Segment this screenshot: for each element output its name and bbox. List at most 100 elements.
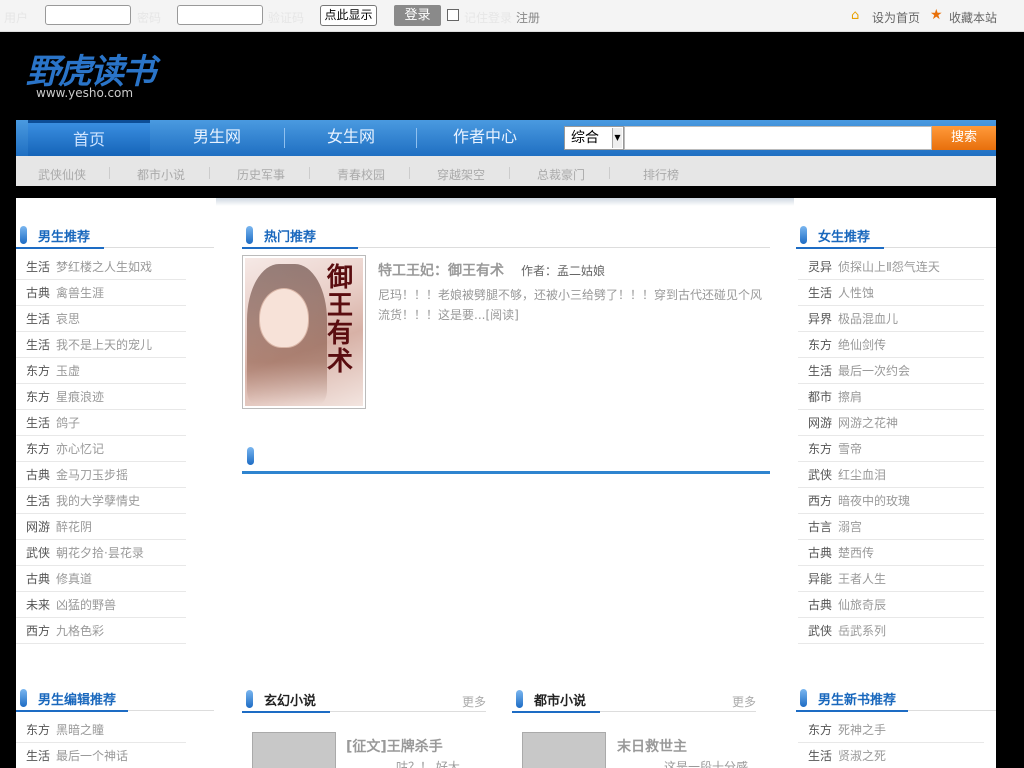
list-item[interactable]: 古典 楚西传 [798, 540, 984, 566]
list-item[interactable]: 东方 玉虚 [16, 358, 186, 384]
list-item[interactable]: 古言 溺宫 [798, 514, 984, 540]
item-title[interactable]: 醉花阴 [56, 520, 92, 534]
bookmark-link[interactable]: 收藏本站 [949, 9, 997, 26]
book-cover[interactable]: 御王有术 [242, 255, 366, 409]
item-title[interactable]: 王者人生 [838, 572, 886, 586]
list-item[interactable]: 古典 禽兽生涯 [16, 280, 186, 306]
remember-checkbox[interactable] [447, 9, 459, 21]
list-item[interactable]: 东方 绝仙剑传 [798, 332, 984, 358]
subnav-item[interactable]: 历史军事 [237, 166, 285, 183]
search-button[interactable]: 搜索 [932, 126, 996, 150]
item-title[interactable]: 我的大学孽情史 [56, 494, 140, 508]
list-item[interactable]: 异界 极品混血儿 [798, 306, 984, 332]
list-item[interactable]: 东方 死神之手 [798, 717, 984, 743]
subnav-item[interactable]: 排行榜 [643, 166, 679, 183]
item-title[interactable]: 人性蚀 [838, 286, 874, 300]
username-input[interactable] [45, 5, 131, 25]
item-title[interactable]: 暗夜中的玫瑰 [838, 494, 910, 508]
item-title[interactable]: 岳武系列 [838, 624, 886, 638]
item-title[interactable]: 极品混血儿 [838, 312, 898, 326]
item-title[interactable]: 贤淑之死 [838, 749, 886, 763]
nav-male[interactable]: 男生网 [156, 120, 278, 156]
list-item[interactable]: 东方 亦心忆记 [16, 436, 186, 462]
list-item[interactable]: 网游 醉花阴 [16, 514, 186, 540]
item-title[interactable]: 红尘血泪 [838, 468, 886, 482]
site-logo[interactable]: 野虎读书 www.yesho.com [26, 42, 186, 102]
item-title[interactable]: 雪帝 [838, 442, 862, 456]
search-input[interactable] [624, 126, 932, 150]
item-title[interactable]: 禽兽生涯 [56, 286, 104, 300]
list-item[interactable]: 武侠 朝花夕拾·昙花录 [16, 540, 186, 566]
more-link[interactable]: 更多 [462, 693, 486, 710]
list-item[interactable]: 生活 我不是上天的宠儿 [16, 332, 186, 358]
hot-book-desc[interactable]: 尼玛！！！老娘被劈腿不够，还被小三给劈了！！！穿到古代还碰见个风流货！！！这是要… [378, 285, 770, 325]
item-title[interactable]: 最后一次约会 [838, 364, 910, 378]
item-title[interactable]: 梦红楼之人生如戏 [56, 260, 152, 274]
item-title[interactable]: 网游之花神 [838, 416, 898, 430]
login-button[interactable]: 登录 [394, 5, 441, 26]
item-title[interactable]: 鸽子 [56, 416, 80, 430]
list-item[interactable]: 生活 我的大学孽情史 [16, 488, 186, 514]
hot-book-title[interactable]: 特工王妃：御王有术 [378, 260, 504, 280]
subnav-item[interactable]: 都市小说 [137, 166, 185, 183]
item-title[interactable]: 黑暗之瞳 [56, 723, 104, 737]
list-item[interactable]: 都市 擦肩 [798, 384, 984, 410]
search-type-select[interactable]: 综合 ▼ [564, 126, 624, 150]
subnav-item[interactable]: 武侠仙侠 [38, 166, 86, 183]
nav-home[interactable]: 首页 [28, 120, 150, 156]
more-link[interactable]: 更多 [732, 693, 756, 710]
show-code-button[interactable]: 点此显示 [320, 5, 377, 26]
item-title[interactable]: 星痕浪迹 [56, 390, 104, 404]
book-thumbnail[interactable] [252, 732, 336, 768]
item-title[interactable]: 金马刀玉步摇 [56, 468, 128, 482]
list-item[interactable]: 生活 梦红楼之人生如戏 [16, 254, 186, 280]
list-item[interactable]: 生活 人性蚀 [798, 280, 984, 306]
item-title[interactable]: 亦心忆记 [56, 442, 104, 456]
register-link[interactable]: 注册 [516, 9, 540, 26]
item-title[interactable]: 修真道 [56, 572, 92, 586]
item-title[interactable]: 最后一个神话 [56, 749, 128, 763]
item-title[interactable]: 我不是上天的宠儿 [56, 338, 152, 352]
list-item[interactable]: 东方 雪帝 [798, 436, 984, 462]
nav-author[interactable]: 作者中心 [424, 120, 546, 156]
nav-female[interactable]: 女生网 [290, 120, 412, 156]
list-item[interactable]: 东方 星痕浪迹 [16, 384, 186, 410]
list-item[interactable]: 古典 金马刀玉步摇 [16, 462, 186, 488]
password-input[interactable] [177, 5, 263, 25]
book-title[interactable]: [征文]王牌杀手 [346, 736, 443, 756]
subnav-item[interactable]: 总裁豪门 [537, 166, 585, 183]
item-title[interactable]: 死神之手 [838, 723, 886, 737]
subnav-item[interactable]: 青春校园 [337, 166, 385, 183]
list-item[interactable]: 生活 鸽子 [16, 410, 186, 436]
item-title[interactable]: 玉虚 [56, 364, 80, 378]
list-item[interactable]: 武侠 红尘血泪 [798, 462, 984, 488]
item-title[interactable]: 哀思 [56, 312, 80, 326]
list-item[interactable]: 生活 最后一个神话 [16, 743, 186, 768]
item-title[interactable]: 绝仙剑传 [838, 338, 886, 352]
set-home-link[interactable]: 设为首页 [872, 9, 920, 26]
list-item[interactable]: 未来 凶猛的野兽 [16, 592, 186, 618]
item-title[interactable]: 九格色彩 [56, 624, 104, 638]
list-item[interactable]: 灵异 侦探山上Ⅱ怨气连天 [798, 254, 984, 280]
list-item[interactable]: 生活 最后一次约会 [798, 358, 984, 384]
book-title[interactable]: 末日救世主 [617, 736, 687, 756]
subnav-item[interactable]: 穿越架空 [437, 166, 485, 183]
book-thumbnail[interactable] [522, 732, 606, 768]
item-title[interactable]: 凶猛的野兽 [56, 598, 116, 612]
list-item[interactable]: 网游 网游之花神 [798, 410, 984, 436]
list-item[interactable]: 生活 哀思 [16, 306, 186, 332]
item-title[interactable]: 朝花夕拾·昙花录 [56, 546, 144, 560]
item-title[interactable]: 溺宫 [838, 520, 862, 534]
list-item[interactable]: 武侠 岳武系列 [798, 618, 984, 644]
list-item[interactable]: 古典 仙旅奇辰 [798, 592, 984, 618]
list-item[interactable]: 古典 修真道 [16, 566, 186, 592]
item-title[interactable]: 楚西传 [838, 546, 874, 560]
list-item[interactable]: 西方 暗夜中的玫瑰 [798, 488, 984, 514]
item-title[interactable]: 仙旅奇辰 [838, 598, 886, 612]
item-title[interactable]: 侦探山上Ⅱ怨气连天 [838, 260, 940, 274]
item-title[interactable]: 擦肩 [838, 390, 862, 404]
list-item[interactable]: 异能 王者人生 [798, 566, 984, 592]
list-item[interactable]: 西方 九格色彩 [16, 618, 186, 644]
list-item[interactable]: 东方 黑暗之瞳 [16, 717, 186, 743]
list-item[interactable]: 生活 贤淑之死 [798, 743, 984, 768]
